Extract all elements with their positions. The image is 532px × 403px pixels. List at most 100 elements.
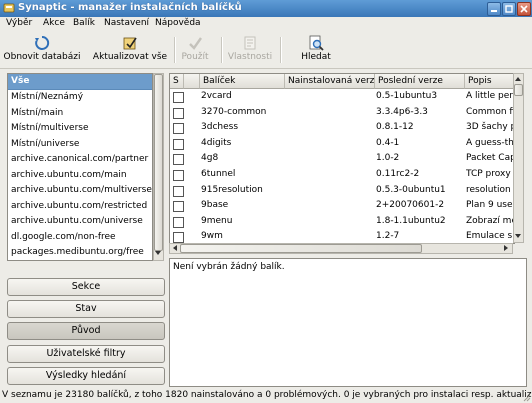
menu-action[interactable]: Akce	[43, 18, 65, 28]
package-checkbox[interactable]	[173, 170, 184, 181]
installed-version-cell	[286, 120, 374, 136]
resize-grip-icon[interactable]	[521, 392, 531, 402]
column-header-latest-version[interactable]: Poslední verze	[375, 74, 465, 89]
scroll-down-icon[interactable]	[514, 232, 522, 240]
package-name-cell: 915resolution	[201, 184, 263, 195]
reload-button[interactable]: Obnovit databázi	[2, 35, 82, 65]
scroll-right-icon[interactable]	[502, 244, 510, 252]
installed-version-cell	[286, 151, 374, 167]
table-row[interactable]: 9menu 1.8-1.1ubuntu2 Zobrazí me	[170, 214, 514, 230]
filter-item[interactable]: Místní/universe	[8, 137, 152, 153]
filter-list-scrollbar[interactable]	[153, 73, 164, 261]
title-bar[interactable]: Synaptic - manažer instalačních balíčků	[0, 0, 532, 17]
filter-list[interactable]: Vše Místní/Neznámý Místní/main Místní/mult…	[7, 73, 153, 261]
mark-all-upgrades-button[interactable]: Aktualizovat vše	[90, 35, 170, 65]
filter-item[interactable]: dl.google.com/non-free	[8, 230, 152, 246]
latest-version-cell: 0.11rc2-2	[376, 169, 420, 179]
filter-item[interactable]: Místní/main	[8, 106, 152, 122]
package-checkbox[interactable]	[173, 92, 184, 103]
package-checkbox[interactable]	[173, 138, 184, 150]
latest-version-cell: 1.8-1.1ubuntu2	[376, 215, 446, 226]
synaptic-app-icon	[3, 3, 15, 13]
column-header-support[interactable]	[184, 74, 200, 89]
installed-version-cell	[286, 198, 374, 214]
table-row[interactable]: 9base 2+20070601-2 Plan 9 use	[170, 198, 514, 214]
package-name-cell: 2vcard	[201, 91, 232, 101]
scroll-left-icon[interactable]	[171, 244, 179, 252]
table-row[interactable]: 915resolution 0.5.3-0ubuntu1 resolution	[170, 183, 514, 199]
table-row[interactable]: 6tunnel 0.11rc2-2 TCP proxy f	[170, 167, 514, 183]
scroll-down-icon[interactable]	[154, 249, 162, 257]
package-checkbox[interactable]	[173, 154, 184, 166]
status-button[interactable]: Stav	[7, 300, 165, 318]
menu-help[interactable]: Nápověda	[155, 18, 201, 28]
menu-select[interactable]: Výběr	[6, 18, 32, 28]
menu-settings[interactable]: Nastavení	[104, 18, 149, 28]
latest-version-cell: 0.8.1-12	[376, 122, 414, 133]
filter-item[interactable]: archive.ubuntu.com/restricted	[8, 199, 152, 215]
latest-version-cell: 1.0-2	[376, 153, 400, 164]
package-checkbox[interactable]	[173, 107, 184, 119]
menu-package[interactable]: Balík	[73, 18, 95, 28]
filter-item[interactable]: Místní/Neznámý	[8, 90, 152, 106]
pane-splitter-handle[interactable]	[518, 254, 524, 260]
package-table: S Balíček Nainstalovaná verze Poslední v…	[169, 73, 515, 244]
package-name-cell: 9menu	[201, 215, 233, 226]
filter-item-all[interactable]: Vše	[8, 74, 152, 90]
table-row[interactable]: 2vcard 0.5-1ubuntu3 A little per	[170, 89, 514, 105]
origin-button[interactable]: Původ	[7, 322, 165, 340]
minimize-icon	[491, 10, 497, 12]
scrollbar-track[interactable]	[513, 73, 524, 243]
installed-version-cell	[286, 214, 374, 230]
package-checkbox[interactable]	[173, 201, 184, 213]
close-button[interactable]	[517, 2, 531, 16]
package-name-cell: 3dchess	[201, 122, 239, 133]
filter-item[interactable]: Místní/multiverse	[8, 121, 152, 137]
package-checkbox[interactable]	[173, 216, 184, 228]
apply-button[interactable]: Použít	[178, 35, 212, 65]
table-row[interactable]: 3dchess 0.8.1-12 3D šachy p	[170, 120, 514, 136]
filter-item[interactable]: archive.ubuntu.com/multiverse	[8, 183, 152, 199]
package-checkbox[interactable]	[173, 185, 184, 197]
filter-item[interactable]: archive.canonical.com/partner	[8, 152, 152, 168]
table-row[interactable]: 4g8 1.0-2 Packet Cap	[170, 151, 514, 167]
custom-filters-button[interactable]: Uživatelské filtry	[7, 345, 165, 363]
description-cell: Zobrazí me	[466, 215, 514, 226]
latest-version-cell: 0.4-1	[376, 137, 400, 148]
scrollbar-thumb[interactable]	[180, 244, 422, 253]
latest-version-cell: 3.3.4p6-3.3	[376, 106, 428, 117]
package-checkbox[interactable]	[173, 232, 184, 243]
scrollbar-thumb[interactable]	[514, 84, 523, 96]
filter-item[interactable]: packages.medibuntu.org/free	[8, 245, 152, 260]
column-header-installed-version[interactable]: Nainstalovaná verze	[285, 74, 375, 89]
column-header-package[interactable]: Balíček	[200, 74, 285, 89]
sections-button[interactable]: Sekce	[7, 278, 165, 296]
search-button[interactable]: Hledat	[296, 35, 336, 65]
reload-label: Obnovit databázi	[3, 52, 81, 62]
search-results-button[interactable]: Výsledky hledání	[7, 367, 165, 385]
installed-version-cell	[286, 89, 374, 105]
table-row[interactable]: 3270-common 3.3.4p6-3.3 Common fi	[170, 105, 514, 121]
package-table-vscrollbar[interactable]	[513, 73, 524, 243]
minimize-button[interactable]	[487, 2, 501, 16]
filter-item[interactable]: archive.ubuntu.com/universe	[8, 214, 152, 230]
filter-items: Místní/Neznámý Místní/main Místní/multiver…	[8, 90, 152, 260]
scrollbar-thumb[interactable]	[154, 74, 163, 251]
column-header-status[interactable]: S	[170, 74, 184, 89]
description-cell: A little per	[466, 91, 513, 101]
latest-version-cell: 1.2-7	[376, 231, 400, 242]
package-checkbox[interactable]	[173, 123, 184, 135]
filter-item[interactable]: archive.ubuntu.com/main	[8, 168, 152, 184]
package-details-pane: Není vybrán žádný balík.	[169, 258, 527, 387]
scroll-up-icon[interactable]	[514, 75, 522, 83]
properties-button[interactable]: Vlastnosti	[226, 35, 274, 65]
description-cell: Plan 9 use	[466, 200, 513, 211]
maximize-button[interactable]	[502, 2, 516, 16]
table-row[interactable]: 4digits 0.4-1 A guess-th	[170, 136, 514, 152]
column-header-description[interactable]: Popis	[465, 74, 514, 89]
properties-icon	[244, 36, 256, 50]
latest-version-cell: 0.5-1ubuntu3	[376, 91, 438, 101]
synaptic-window: Synaptic - manažer instalačních balíčků …	[0, 0, 532, 403]
table-row[interactable]: 9wm 1.2-7 Emulace s	[170, 229, 514, 243]
package-table-hscrollbar[interactable]	[169, 243, 513, 254]
